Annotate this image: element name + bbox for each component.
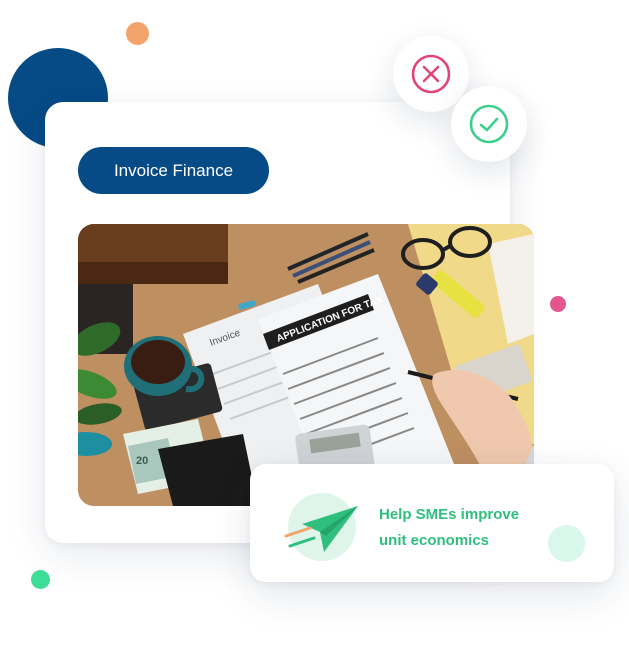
feature-line-2: unit economics: [379, 532, 490, 549]
hero-illustration: Invoice Finance Invoice APPLICATION FOR …: [0, 0, 629, 654]
check-icon: [469, 104, 509, 144]
decor-dot-orange: [126, 22, 149, 45]
feature-line-1: Help SMEs improve: [379, 506, 520, 523]
decor-dot-pink: [550, 296, 566, 312]
close-icon: [411, 54, 451, 94]
invoice-finance-badge[interactable]: Invoice Finance: [78, 147, 269, 194]
feature-icon-wrap: [282, 492, 362, 562]
approve-button[interactable]: [451, 86, 527, 162]
photo-banknote-value: 20: [136, 455, 148, 467]
decor-dot-green: [31, 570, 50, 589]
feature-text: Help SMEs improve unit economics: [379, 502, 549, 554]
decor-dot-mint: [548, 525, 585, 562]
paper-plane-icon: [284, 493, 358, 561]
